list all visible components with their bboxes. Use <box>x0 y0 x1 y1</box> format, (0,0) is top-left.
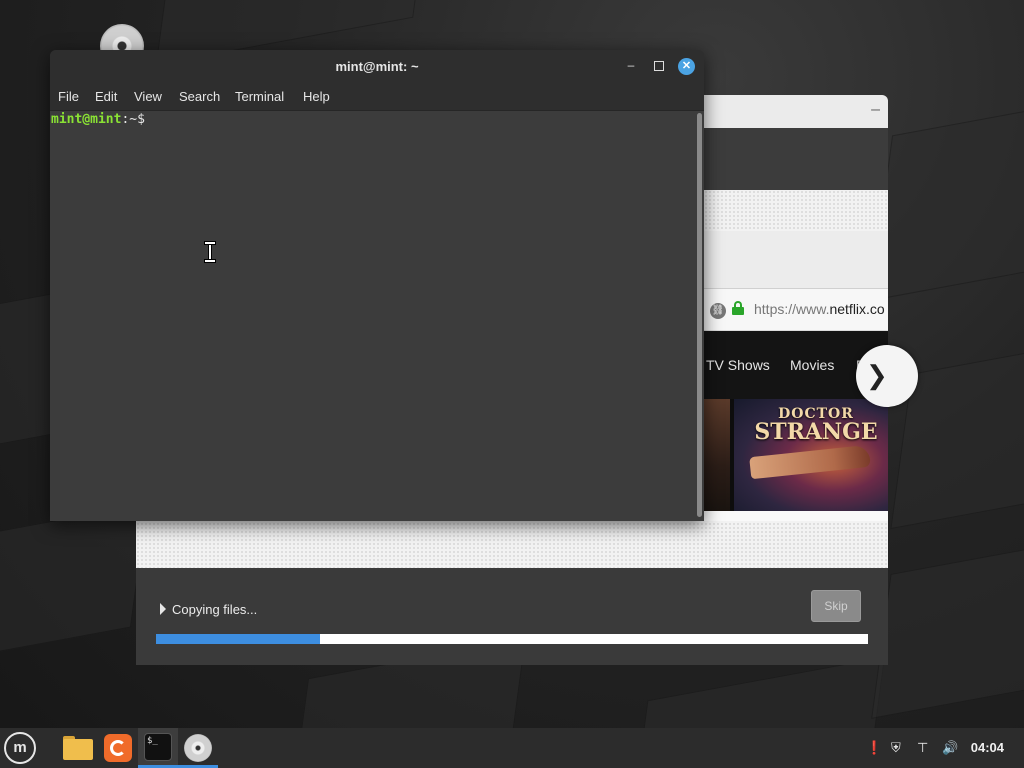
installer-minimize-button[interactable]: – <box>871 101 880 119</box>
poster-thumbnail <box>704 399 730 511</box>
files-icon[interactable] <box>63 736 93 760</box>
taskbar-terminal[interactable]: $_ <box>138 728 178 768</box>
browser-url: https://www.netflix.co <box>754 301 885 317</box>
shell-prompt: mint@mint:~$ <box>51 112 145 127</box>
minimize-button[interactable]: – <box>624 58 638 74</box>
shield-icon[interactable]: ⛨ <box>891 740 901 756</box>
scrollbar[interactable] <box>697 113 702 517</box>
status-text: Copying files... <box>172 602 258 617</box>
installer-progress-panel: Copying files... Skip <box>136 568 888 665</box>
chevron-right-icon: ❯ <box>856 345 918 407</box>
lock-icon <box>732 301 744 315</box>
poster-title-line2: STRANGE <box>754 419 878 445</box>
menu-view[interactable]: View <box>134 89 162 104</box>
menu-terminal[interactable]: Terminal <box>235 89 284 104</box>
clock[interactable]: 04:04 <box>971 740 1004 755</box>
taskbar: m $_ ❗ ⛨ ⊤ 🔊 04:04 <box>0 728 1024 768</box>
firefox-icon[interactable] <box>104 734 132 762</box>
terminal-console[interactable]: mint@mint:~$ <box>50 111 704 521</box>
linux-mint-menu-icon[interactable]: m <box>4 732 36 764</box>
doctor-strange-poster: DOCTOR STRANGE <box>734 399 888 511</box>
progress-bar-fill <box>156 634 320 644</box>
nav-movies: Movies <box>790 357 835 373</box>
link-icon: ⛓ <box>710 303 726 319</box>
disc-icon <box>184 734 212 762</box>
taskbar-installer[interactable] <box>178 728 218 768</box>
close-button[interactable]: ✕ <box>678 58 695 75</box>
details-expander-icon[interactable] <box>160 603 166 615</box>
nav-tv-shows: TV Shows <box>706 357 770 373</box>
window-title: mint@mint: ~ <box>335 59 419 74</box>
terminal-window: mint@mint: ~ – ✕ File Edit View Search T… <box>50 50 704 521</box>
network-icon[interactable]: ⊤ <box>917 740 928 756</box>
terminal-titlebar[interactable]: mint@mint: ~ – ✕ <box>50 50 704 83</box>
menu-bar: File Edit View Search Terminal Help <box>50 83 704 111</box>
terminal-icon: $_ <box>144 733 172 761</box>
menu-search[interactable]: Search <box>179 89 220 104</box>
menu-file[interactable]: File <box>58 89 79 104</box>
maximize-button[interactable] <box>654 61 664 71</box>
skip-button[interactable]: Skip <box>811 590 861 622</box>
text-cursor-icon <box>203 241 217 263</box>
menu-edit[interactable]: Edit <box>95 89 117 104</box>
menu-help[interactable]: Help <box>303 89 330 104</box>
notification-icon[interactable]: ❗ <box>866 740 882 756</box>
progress-bar <box>156 634 868 644</box>
volume-icon[interactable]: 🔊 <box>942 740 958 756</box>
